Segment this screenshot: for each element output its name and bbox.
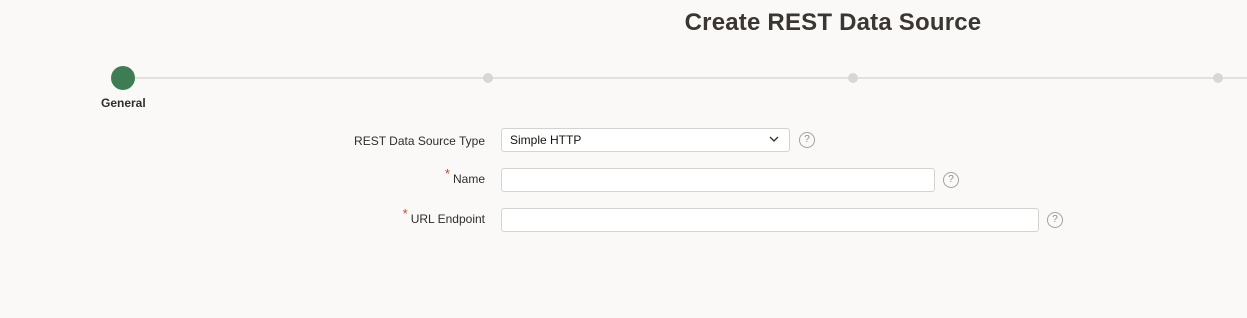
wizard-step-3 bbox=[848, 73, 858, 83]
chevron-down-icon bbox=[769, 136, 779, 142]
url-endpoint-label-text: URL Endpoint bbox=[410, 212, 485, 226]
rest-data-source-type-select[interactable]: Simple HTTP bbox=[501, 128, 790, 152]
wizard-step-general bbox=[111, 66, 135, 90]
help-icon[interactable]: ? bbox=[799, 132, 815, 148]
name-label: * Name bbox=[445, 166, 485, 186]
name-input[interactable] bbox=[501, 168, 935, 192]
rest-data-source-type-label: REST Data Source Type bbox=[354, 134, 485, 148]
name-label-text: Name bbox=[452, 172, 485, 186]
rest-data-source-type-label-text: REST Data Source Type bbox=[354, 134, 485, 148]
required-marker: * bbox=[402, 206, 408, 221]
wizard-step-4 bbox=[1213, 73, 1223, 83]
rest-data-source-type-value: Simple HTTP bbox=[510, 133, 582, 147]
page-title: Create REST Data Source bbox=[684, 9, 982, 36]
url-endpoint-input[interactable] bbox=[501, 208, 1039, 232]
wizard-step-label-general: General bbox=[101, 96, 146, 110]
url-endpoint-label: * URL Endpoint bbox=[403, 206, 485, 226]
help-icon[interactable]: ? bbox=[943, 172, 959, 188]
wizard-track bbox=[123, 77, 1247, 79]
help-icon[interactable]: ? bbox=[1047, 212, 1063, 228]
wizard-step-2 bbox=[483, 73, 493, 83]
required-marker: * bbox=[444, 166, 450, 181]
